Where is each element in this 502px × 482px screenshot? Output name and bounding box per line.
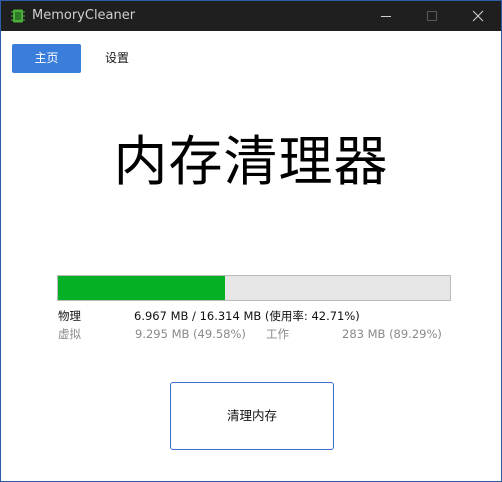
working-value: 283 MB (89.29%) [342, 327, 442, 341]
clean-memory-button[interactable]: 清理内存 [170, 382, 334, 450]
minimize-icon [381, 16, 391, 17]
maximize-button[interactable] [409, 1, 455, 31]
virtual-value: 9.295 MB (49.58%) [135, 327, 246, 341]
tab-home[interactable]: 主页 [12, 44, 81, 73]
window-title: MemoryCleaner [32, 8, 136, 23]
title-bar[interactable]: MemoryCleaner [1, 1, 501, 31]
physical-value: 6.967 MB / 16.314 MB (使用率: 42.71%) [134, 309, 360, 323]
close-button[interactable] [455, 1, 501, 31]
working-label: 工作 [266, 327, 289, 341]
memory-usage-bar [57, 275, 451, 301]
physical-label: 物理 [58, 309, 81, 323]
minimize-button[interactable] [363, 1, 409, 31]
virtual-label: 虚拟 [58, 327, 81, 341]
app-window: MemoryCleaner 主页 设置 内存清理器 物理 6.967 MB / … [0, 0, 502, 482]
page-title: 内存清理器 [113, 130, 389, 193]
memory-usage-fill [58, 276, 226, 300]
tab-settings[interactable]: 设置 [87, 44, 147, 73]
close-icon [472, 10, 484, 22]
chip-icon [11, 8, 25, 23]
maximize-icon [427, 11, 437, 21]
